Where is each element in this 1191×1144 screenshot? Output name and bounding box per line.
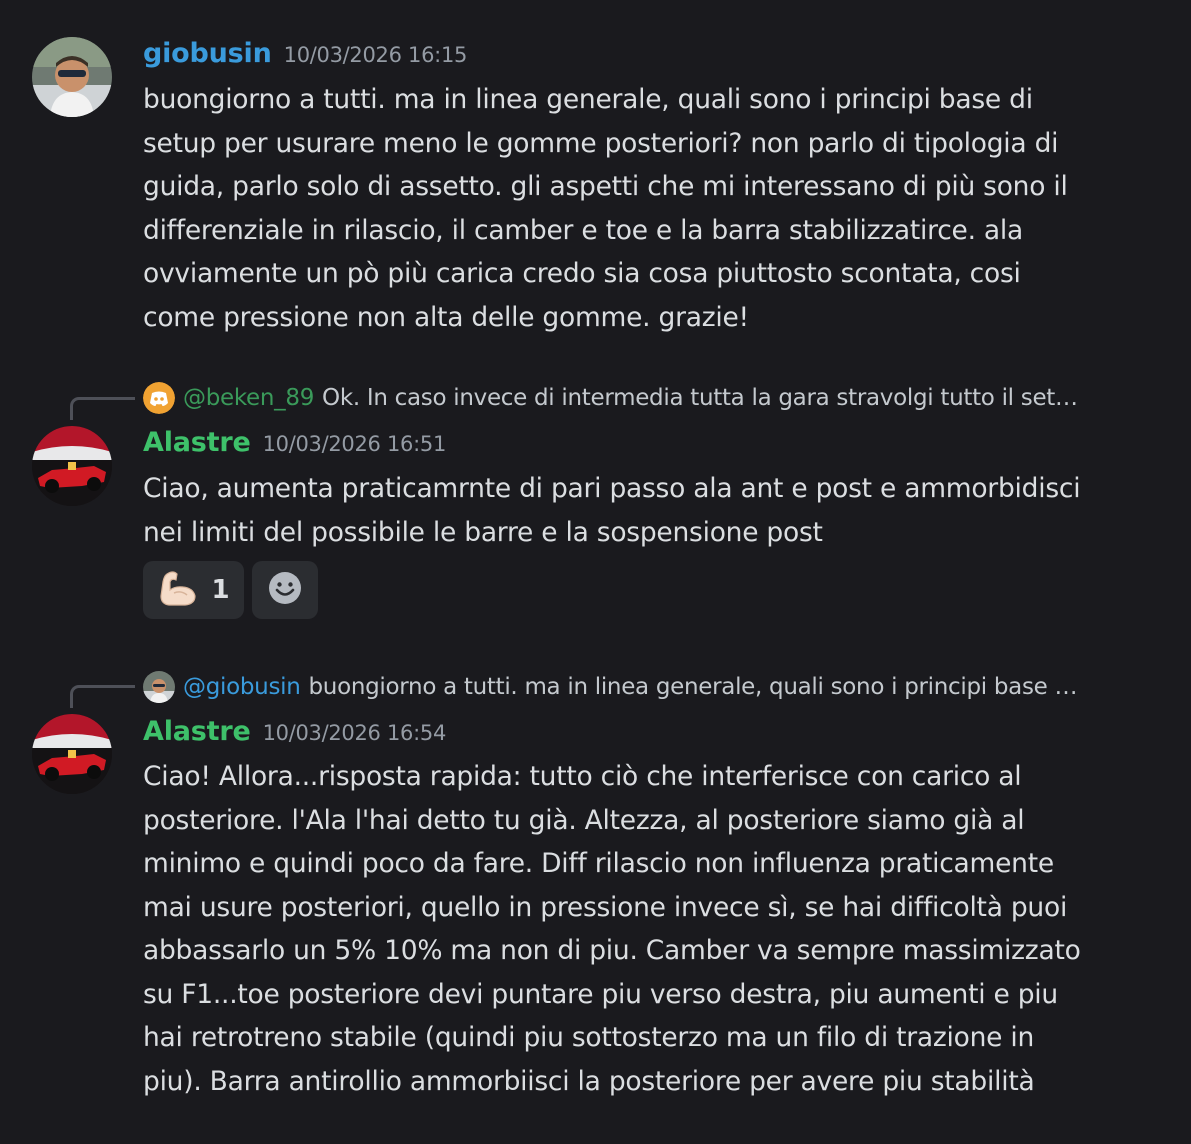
message-line: mai usure posteriori, quello in pression…: [143, 891, 1068, 923]
message-line: minimo e quindi poco da fare. Diff rilas…: [143, 848, 1054, 879]
message-content: buongiorno a tutti. ma in linea generale…: [143, 78, 1143, 339]
timestamp: 10/03/2026 16:15: [283, 43, 468, 67]
message-line: differenziale in rilascio, il camber e t…: [143, 214, 1024, 246]
message-line: setup per usurare meno le gomme posterio…: [143, 127, 1059, 159]
message-line: Ciao! Allora...risposta rapida: tutto ci…: [143, 761, 1022, 792]
message-line: abbassarlo un 5% 10% ma non di piu. Camb…: [143, 935, 1081, 966]
message-line: buongiorno a tutti. ma in linea generale…: [143, 84, 1033, 115]
reply-username[interactable]: @giobusin: [183, 674, 301, 700]
reactions-bar: 1: [143, 561, 318, 619]
reply-spine: [70, 685, 135, 708]
message-line: su F1...toe posteriore devi puntare piu …: [143, 978, 1058, 1010]
message-header: giobusin 10/03/2026 16:15: [143, 38, 467, 69]
flexed-biceps-icon: [157, 568, 199, 612]
reply-spine: [70, 397, 135, 420]
username[interactable]: Alastre: [143, 716, 251, 747]
avatar-alastre[interactable]: [32, 714, 112, 794]
message-line: piu). Barra antirollio ammorbiisci la po…: [143, 1065, 1035, 1097]
avatar-photo-giobusin: [32, 37, 112, 117]
reaction-flexed-biceps[interactable]: 1: [143, 561, 244, 619]
timestamp: 10/03/2026 16:51: [262, 432, 447, 456]
message-line: guida, parlo solo di assetto. gli aspett…: [143, 171, 1068, 202]
message-header: Alastre 10/03/2026 16:51: [143, 427, 446, 458]
add-reaction-button[interactable]: [252, 561, 318, 619]
avatar-giobusin[interactable]: [32, 37, 112, 117]
avatar-mini-giobusin: [143, 671, 175, 703]
reply-preview[interactable]: @beken_89 Ok. In caso invece di intermed…: [143, 381, 1078, 415]
avatar-alastre[interactable]: [32, 426, 112, 506]
reaction-count: 1: [211, 575, 230, 605]
add-reaction-icon: [268, 571, 302, 609]
message-line: hai retrotreno stabile (quindi piu sotto…: [143, 1022, 1035, 1053]
discord-logo-icon: [143, 382, 175, 414]
avatar-photo-alastre: [32, 426, 112, 506]
message-line: Ciao, aumenta praticamrnte di pari passo…: [143, 473, 1081, 504]
message-line: posteriore. l'Ala l'hai detto tu già. Al…: [143, 804, 1025, 836]
reply-username[interactable]: @beken_89: [183, 385, 314, 411]
message-content: Ciao! Allora...risposta rapida: tutto ci…: [143, 755, 1143, 1103]
username[interactable]: Alastre: [143, 427, 251, 458]
message-header: Alastre 10/03/2026 16:54: [143, 716, 446, 747]
message-line: ovviamente un pò più carica credo sia co…: [143, 258, 1021, 289]
message-line: nei limiti del possibile le barre e la s…: [143, 516, 823, 548]
username[interactable]: giobusin: [143, 38, 272, 69]
reply-preview[interactable]: @giobusin buongiorno a tutti. ma in line…: [143, 670, 1078, 704]
reply-text[interactable]: Ok. In caso invece di intermedia tutta l…: [322, 385, 1078, 411]
timestamp: 10/03/2026 16:54: [262, 721, 447, 745]
message-line: come pressione non alta delle gomme. gra…: [143, 301, 749, 333]
avatar-photo-alastre: [32, 714, 112, 794]
message-content: Ciao, aumenta praticamrnte di pari passo…: [143, 467, 1143, 554]
reply-text[interactable]: buongiorno a tutti. ma in linea generale…: [309, 674, 1078, 700]
